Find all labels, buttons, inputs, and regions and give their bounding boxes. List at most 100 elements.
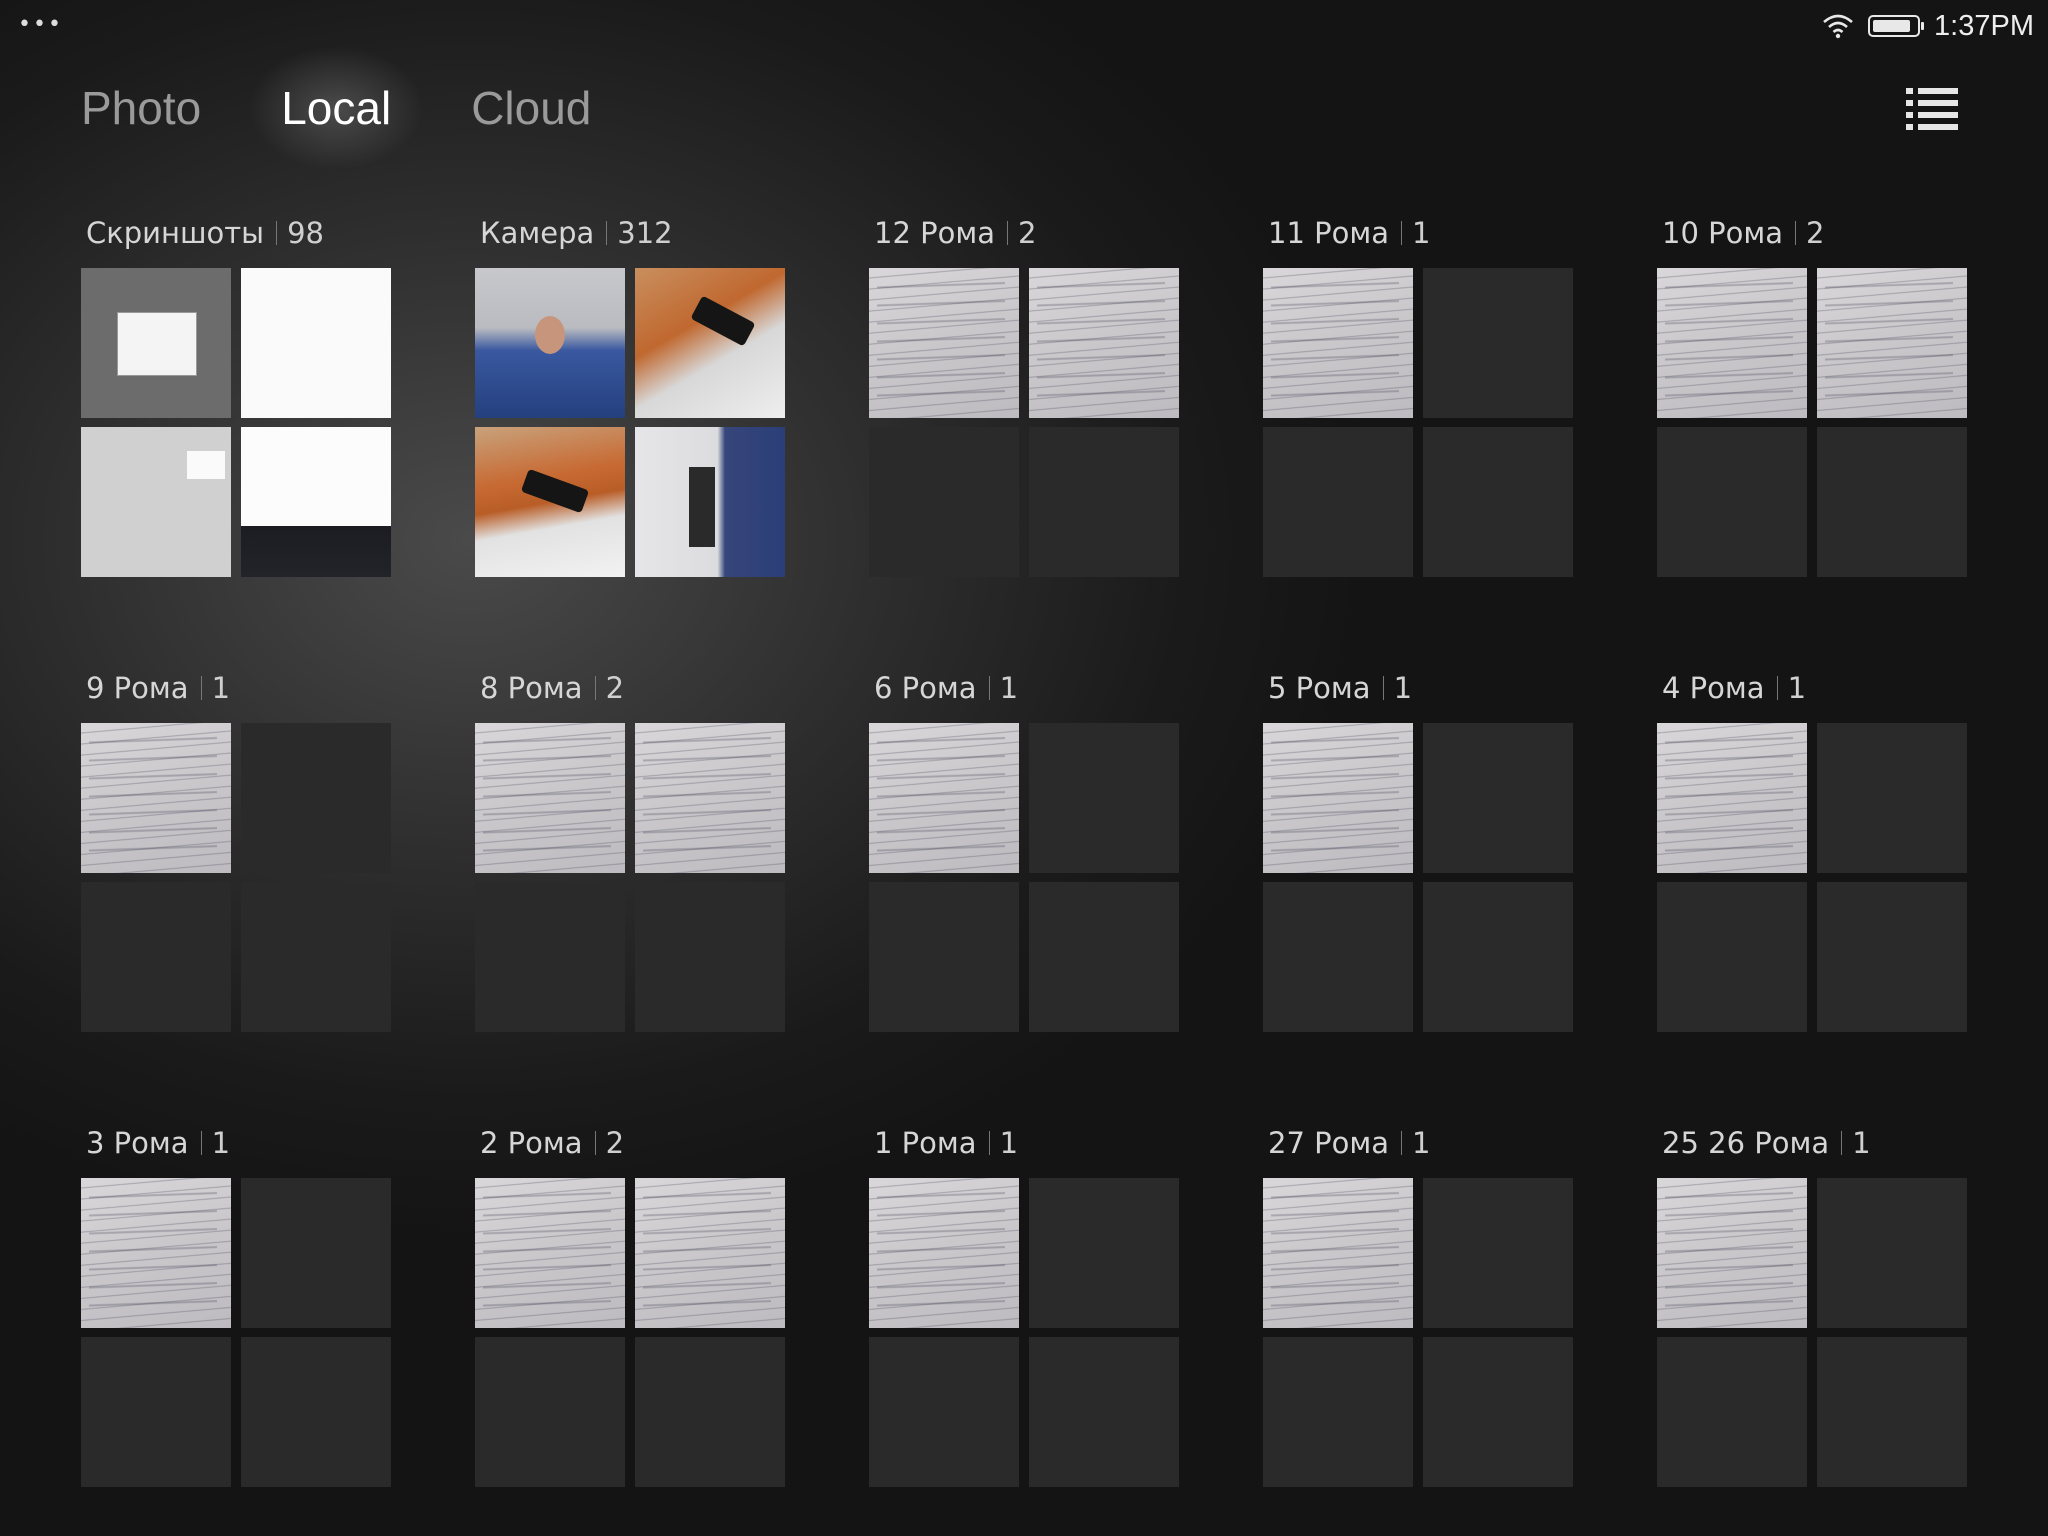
album-name: 6 Рома [874,671,977,705]
album-name: 10 Рома [1662,216,1783,250]
album-card[interactable]: 9 Рома 1 [81,665,391,1032]
thumbnail-placeholder [1657,882,1807,1032]
album-name: 5 Рома [1268,671,1371,705]
album-name: Камера [480,216,595,250]
photo-thumbnail[interactable] [475,723,625,873]
album-name: 25 26 Рома [1662,1126,1830,1160]
album-thumbnails [1263,1178,1573,1487]
photo-thumbnail[interactable] [635,723,785,873]
battery-level [1873,20,1911,32]
album-card[interactable]: 8 Рома 2 [475,665,785,1032]
thumbnail-placeholder [1817,1337,1967,1487]
photo-thumbnail[interactable] [635,1178,785,1328]
photo-thumbnail[interactable] [1657,723,1807,873]
thumbnail-placeholder [635,882,785,1032]
album-count: 1 [1852,1126,1871,1160]
album-divider [1401,221,1402,245]
tab-local[interactable]: Local [241,41,432,175]
photo-thumbnail[interactable] [1263,723,1413,873]
thumbnail-placeholder [1657,427,1807,577]
album-card[interactable]: 4 Рома 1 [1657,665,1967,1032]
album-thumbnails [1657,268,1967,577]
album-name: 4 Рома [1662,671,1765,705]
photo-thumbnail[interactable] [475,427,625,577]
album-card[interactable]: 27 Рома 1 [1263,1120,1573,1487]
album-header: 10 Рома 2 [1657,210,1967,256]
album-header: 1 Рома 1 [869,1120,1179,1166]
photo-thumbnail[interactable] [869,1178,1019,1328]
album-count: 1 [1393,671,1413,705]
battery-icon [1868,15,1925,37]
album-count: 2 [1806,216,1825,250]
thumbnail-placeholder [1423,1337,1573,1487]
status-indicators: 1:37PM [1822,8,2034,44]
thumbnail-placeholder [1029,1337,1179,1487]
album-divider [200,676,202,700]
thumbnail-placeholder [475,1337,625,1487]
album-card[interactable]: 12 Рома 2 [869,210,1179,577]
thumbnail-placeholder [81,882,231,1032]
photo-thumbnail[interactable] [81,1178,231,1328]
album-thumbnails [869,268,1179,577]
album-card[interactable]: 10 Рома 2 [1657,210,1967,577]
album-divider [594,676,596,700]
album-header: 6 Рома 1 [869,665,1179,711]
album-card[interactable]: 11 Рома 1 [1263,210,1573,577]
tab-photo[interactable]: Photo [81,81,201,135]
thumbnail-placeholder [1263,427,1413,577]
thumbnail-placeholder [1817,1178,1967,1328]
photo-thumbnail[interactable] [869,723,1019,873]
album-card[interactable]: Камера 312 [475,210,785,577]
photo-thumbnail[interactable] [81,723,231,873]
photo-thumbnail[interactable] [81,427,231,577]
thumbnail-detail [690,295,756,347]
album-thumbnails [475,268,785,577]
photo-thumbnail[interactable] [869,268,1019,418]
thumbnail-placeholder [241,1178,391,1328]
photo-thumbnail[interactable] [1029,268,1179,418]
photo-thumbnail[interactable] [475,1178,625,1328]
album-card[interactable]: 25 26 Рома 1 [1657,1120,1967,1487]
more-dots-icon[interactable]: ••• [18,14,63,36]
album-card[interactable]: 6 Рома 1 [869,665,1179,1032]
photo-thumbnail[interactable] [475,268,625,418]
thumbnail-placeholder [1029,427,1179,577]
album-count: 1 [999,1126,1019,1160]
album-card[interactable]: 1 Рома 1 [869,1120,1179,1487]
album-card[interactable]: 3 Рома 1 [81,1120,391,1487]
photo-thumbnail[interactable] [635,268,785,418]
thumbnail-placeholder [869,427,1019,577]
album-thumbnails [1657,1178,1967,1487]
photo-thumbnail[interactable] [1657,268,1807,418]
list-view-icon[interactable] [1906,86,1958,130]
album-divider [1776,676,1778,700]
album-divider [1795,221,1796,245]
album-name: Скриншоты [86,216,265,250]
album-header: 4 Рома 1 [1657,665,1967,711]
album-name: 12 Рома [874,216,995,250]
album-count: 2 [1018,216,1037,250]
photo-thumbnail[interactable] [1657,1178,1807,1328]
photo-thumbnail[interactable] [241,268,391,418]
album-card[interactable]: 5 Рома 1 [1263,665,1573,1032]
thumbnail-detail [117,312,197,376]
album-name: 8 Рома [480,671,583,705]
tab-cloud[interactable]: Cloud [471,81,591,135]
album-divider [988,1131,990,1155]
photo-thumbnail[interactable] [1263,1178,1413,1328]
album-count: 98 [287,216,324,250]
album-card[interactable]: 2 Рома 2 [475,1120,785,1487]
album-divider [988,676,990,700]
photo-thumbnail[interactable] [1817,268,1967,418]
thumbnail-placeholder [1817,882,1967,1032]
photo-thumbnail[interactable] [241,427,391,577]
album-thumbnails [475,1178,785,1487]
photo-thumbnail[interactable] [1263,268,1413,418]
thumbnail-placeholder [1817,427,1967,577]
thumbnail-placeholder [1657,1337,1807,1487]
album-card[interactable]: Скриншоты 98 [81,210,391,577]
photo-thumbnail[interactable] [635,427,785,577]
photo-thumbnail[interactable] [81,268,231,418]
album-name: 27 Рома [1268,1126,1389,1160]
thumbnail-placeholder [241,1337,391,1487]
